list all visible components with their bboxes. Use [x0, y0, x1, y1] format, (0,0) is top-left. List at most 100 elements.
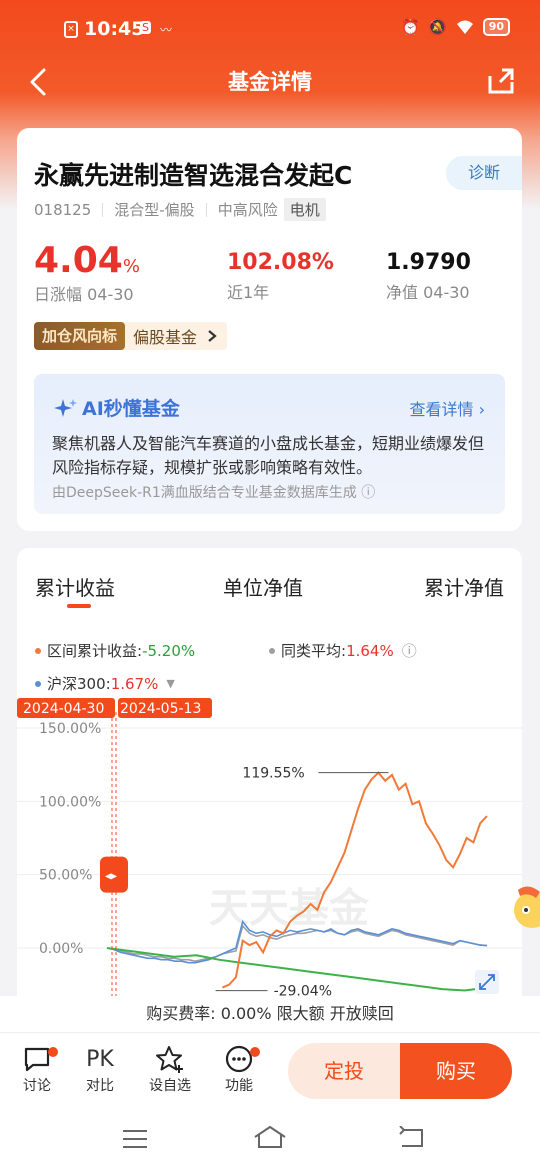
daily-change-label: 日涨幅 04-30 — [34, 285, 134, 304]
legend-avg-value: 1.64% — [346, 641, 394, 660]
share-icon[interactable] — [486, 66, 516, 96]
max-annotation: 119.55% — [242, 766, 304, 782]
more-icon — [225, 1045, 253, 1073]
chat-bubble-icon — [24, 1047, 50, 1072]
functions-label: 功能 — [225, 1078, 253, 1094]
ai-source-text: 由DeepSeek-R1满血版结合专业基金数据库生成 — [52, 485, 357, 501]
range-end-label: 2024-05-13 — [120, 701, 201, 717]
legend-index-value: 1.67% — [110, 674, 159, 693]
alarm-icon: ⏰ — [401, 18, 420, 36]
discuss-label: 讨论 — [23, 1078, 51, 1094]
page-title: 基金详情 — [228, 70, 312, 94]
performance-chart-card: 累计收益 单位净值 累计净值 区间累计收益: -5.20% 同类平均: 1.64… — [17, 548, 522, 1008]
fund-summary-card: 永赢先进制造智选混合发起C 诊断 018125 混合型-偏股 中高风险 电机 4… — [17, 128, 522, 531]
discuss-button[interactable]: 讨论 — [12, 1043, 62, 1095]
legend-dot-avg — [269, 647, 275, 654]
mascot-icon[interactable] — [506, 880, 540, 934]
ai-source: 由DeepSeek-R1满血版结合专业基金数据库生成 ⓘ — [52, 482, 375, 502]
ai-more-label: 查看详情 — [409, 400, 474, 419]
info-icon[interactable]: ⓘ — [361, 485, 375, 501]
diagnose-button[interactable]: 诊断 — [446, 156, 522, 190]
legend-avg: 同类平均: 1.64% ⓘ — [269, 640, 417, 661]
legend-dot-fund — [35, 647, 41, 654]
legend-fund: 区间累计收益: -5.20% — [35, 640, 195, 661]
ai-title: AI秒懂基金 — [52, 394, 180, 421]
tab-active-indicator — [67, 604, 91, 608]
fee-info-bar: 购买费率: 0.00% 限大额 开放赎回 — [0, 996, 540, 1032]
tab-unit-nav[interactable]: 单位净值 — [223, 572, 303, 601]
status-bar: × 10:45 S 〰 ⏰ 🔕 90 — [0, 0, 540, 58]
legend-avg-label: 同类平均: — [281, 642, 347, 660]
pk-icon: PK — [86, 1046, 114, 1072]
divider — [102, 202, 104, 217]
fund-code: 018125 — [34, 200, 92, 219]
chart-tabs: 累计收益 单位净值 累计净值 — [17, 572, 522, 612]
app-notification-icon-2: 〰 — [160, 23, 173, 37]
functions-button[interactable]: 功能 — [214, 1043, 264, 1095]
star-plus-icon — [156, 1046, 183, 1073]
notification-dot — [250, 1047, 260, 1057]
daily-change-stat: 4.04% 日涨幅 04-30 — [34, 240, 140, 305]
menu-icon[interactable] — [120, 1128, 150, 1150]
y-tick-label: 0.00% — [39, 941, 83, 957]
fixed-invest-button[interactable]: 定投 — [288, 1043, 400, 1099]
ai-more-link[interactable]: 查看详情 › — [409, 396, 485, 420]
range-start-label: 2024-04-30 — [23, 701, 104, 717]
one-year-stat: 102.08% 近1年 — [227, 250, 334, 303]
add-watchlist-button[interactable]: 设自选 — [145, 1043, 195, 1095]
wifi-icon — [456, 20, 473, 34]
sector-tag[interactable]: 电机 — [283, 198, 326, 221]
daily-change-unit: % — [122, 256, 140, 277]
legend-index-label: 沪深300: — [47, 675, 111, 693]
legend-dot-index — [35, 680, 41, 687]
nav-stat: 1.9790 净值 04-30 — [386, 250, 471, 303]
buy-button[interactable]: 购买 — [400, 1043, 512, 1099]
home-icon[interactable] — [252, 1124, 288, 1150]
fund-risk: 中高风险 — [217, 201, 278, 219]
performance-chart[interactable]: 150.00%100.00%50.00%0.00%天天基金119.55%-29.… — [17, 694, 522, 1008]
nav-label: 净值 04-30 — [386, 283, 470, 302]
tab-cumulative-return[interactable]: 累计收益 — [35, 572, 115, 601]
daily-change-value: 4.04 — [34, 240, 123, 281]
app-notification-icon: S — [140, 21, 151, 34]
one-year-label: 近1年 — [227, 283, 270, 302]
watchlist-label: 设自选 — [149, 1078, 191, 1094]
series-line-fund — [222, 771, 488, 989]
fund-name: 永赢先进制造智选混合发起C — [34, 161, 353, 190]
ai-summary-text: 聚焦机器人及智能汽车赛道的小盘成长基金，短期业绩爆发但风险指标存疑，规模扩张或影… — [52, 434, 485, 477]
compare-label: 对比 — [86, 1078, 114, 1094]
notification-icon: × — [64, 21, 78, 38]
ai-summary-box: AI秒懂基金 查看详情 › 聚焦机器人及智能汽车赛道的小盘成长基金，短期业绩爆发… — [34, 374, 505, 514]
battery-indicator: 90 — [482, 18, 510, 36]
y-tick-label: 50.00% — [39, 868, 92, 884]
one-year-value: 102.08% — [227, 250, 334, 275]
windvane-text: 偏股基金 — [133, 328, 198, 347]
drag-arrows-icon: ◂▸ — [105, 869, 117, 883]
status-time: 10:45 — [84, 18, 145, 40]
ai-title-text: AI秒懂基金 — [82, 398, 180, 420]
info-icon[interactable]: ⓘ — [402, 640, 417, 661]
system-nav-bar — [0, 1108, 540, 1170]
top-nav: 基金详情 — [0, 58, 540, 104]
windvane-badge: 加仓风向标 — [34, 322, 126, 350]
legend-index[interactable]: 沪深300: 1.67% ▼ — [35, 673, 175, 694]
fund-meta: 018125 混合型-偏股 中高风险 电机 — [34, 198, 326, 221]
nav-value: 1.9790 — [386, 250, 471, 275]
notification-dot — [48, 1047, 58, 1057]
chevron-right-icon: › — [478, 400, 485, 419]
back-nav-icon[interactable] — [396, 1126, 426, 1150]
dropdown-caret-icon: ▼ — [166, 677, 175, 690]
compare-button[interactable]: PK 对比 — [75, 1043, 125, 1095]
y-tick-label: 150.00% — [39, 721, 101, 737]
sparkle-icon — [54, 398, 77, 417]
mute-icon: 🔕 — [428, 18, 447, 36]
chevron-right-icon — [208, 330, 217, 342]
windvane-link[interactable]: 加仓风向标 偏股基金 — [34, 322, 228, 350]
tab-cumulative-nav[interactable]: 累计净值 — [424, 572, 504, 601]
bottom-action-bar: 讨论 PK 对比 设自选 功能 定投 购买 — [0, 1032, 540, 1108]
divider — [205, 202, 207, 217]
y-tick-label: 100.00% — [39, 794, 101, 810]
legend-fund-value: -5.20% — [142, 641, 196, 660]
fund-type: 混合型-偏股 — [114, 201, 195, 219]
legend-fund-label: 区间累计收益: — [47, 642, 143, 660]
